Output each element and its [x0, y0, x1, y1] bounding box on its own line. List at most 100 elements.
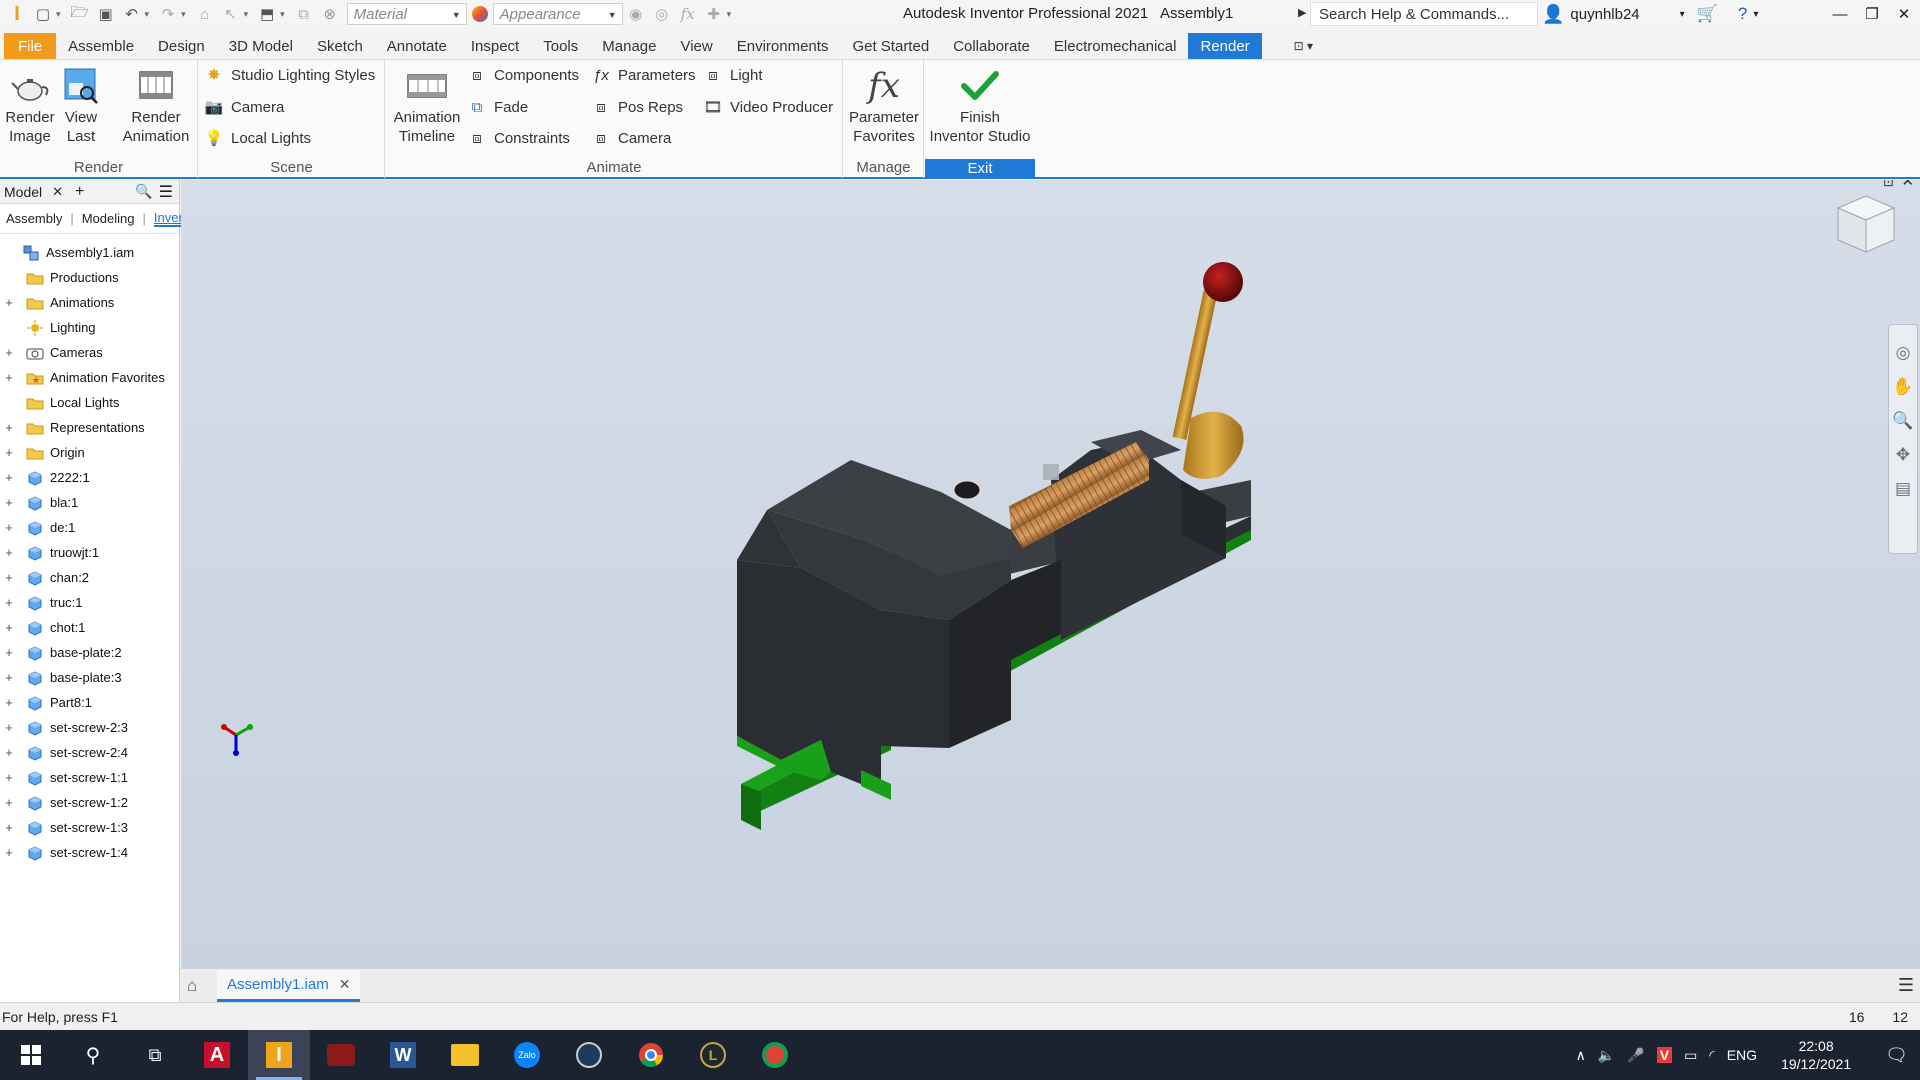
animate-components-button[interactable]: ⧈ Components	[468, 66, 579, 84]
view-cube[interactable]	[1822, 186, 1902, 266]
document-tab-assembly1[interactable]: Assembly1.iam ✕	[217, 969, 361, 1002]
animate-light-button[interactable]: ⧈ Light	[704, 66, 762, 84]
animate-fade-button[interactable]: ⧉ Fade	[468, 98, 529, 116]
expand-plus-icon[interactable]: +	[2, 570, 16, 585]
expand-plus-icon[interactable]: +	[2, 370, 16, 385]
close-view-icon[interactable]: ✕	[1901, 180, 1914, 190]
expand-plus-icon[interactable]: +	[2, 820, 16, 835]
animate-camera-button[interactable]: ⧈ Camera	[592, 129, 671, 147]
expand-plus-icon[interactable]: +	[2, 470, 16, 485]
redo-dropdown-icon[interactable]: ▾	[181, 9, 186, 20]
user-account[interactable]: 👤 quynhlb24 ▾ 🛒 ? ▾	[1542, 2, 1758, 26]
new-file-icon[interactable]: ▢	[32, 3, 54, 25]
tree-item[interactable]: + set-screw-2:4	[0, 740, 179, 765]
close-icon[interactable]: ✕	[52, 184, 63, 200]
tray-overflow-icon[interactable]: ∧	[1576, 1047, 1586, 1064]
animate-pos-reps-button[interactable]: ⧈ Pos Reps	[592, 98, 683, 116]
tree-item[interactable]: + Animations	[0, 290, 179, 315]
volume-icon[interactable]: 🔈	[1598, 1047, 1615, 1064]
tab-render[interactable]: Render	[1188, 33, 1262, 59]
notification-icon[interactable]: 🗨	[1885, 1045, 1908, 1066]
inventor-taskbar-icon[interactable]: I	[248, 1030, 310, 1080]
red-knob[interactable]	[1203, 262, 1243, 302]
graphics-viewport[interactable]: ⊡ ✕ ◎ ✋ 🔍 ✥ ▤	[181, 180, 1920, 968]
render-animation-button[interactable]: Render Animation	[116, 66, 196, 146]
brass-collar[interactable]	[1183, 411, 1244, 479]
tab-get-started[interactable]: Get Started	[840, 33, 941, 59]
expand-plus-icon[interactable]: +	[2, 795, 16, 810]
appearance-select[interactable]: Appearance ▼	[492, 3, 623, 25]
render-image-button[interactable]: Render Image	[4, 66, 56, 146]
clear-override-icon[interactable]: ◎	[651, 3, 673, 25]
task-view-icon[interactable]: ⧉	[124, 1030, 186, 1080]
input-language[interactable]: ENG	[1727, 1047, 1757, 1063]
tree-item[interactable]: + truc:1	[0, 590, 179, 615]
select-dropdown-icon[interactable]: ▾	[244, 9, 249, 20]
tree-item[interactable]: Assembly1.iam	[0, 240, 179, 265]
tree-item[interactable]: Lighting	[0, 315, 179, 340]
update-icon[interactable]: ⬒	[256, 3, 278, 25]
tree-item[interactable]: + set-screw-2:3	[0, 715, 179, 740]
tab-file[interactable]: File	[4, 33, 57, 59]
finish-studio-button[interactable]: Finish Inventor Studio	[925, 66, 1035, 146]
tree-item[interactable]: + Cameras	[0, 340, 179, 365]
redo-icon[interactable]: ↷	[157, 3, 179, 25]
tab-annotate[interactable]: Annotate	[375, 33, 459, 59]
animate-parameters-button[interactable]: ƒx Parameters	[592, 66, 695, 84]
battery-icon[interactable]: ▭	[1684, 1047, 1697, 1064]
expand-plus-icon[interactable]: +	[2, 620, 16, 635]
tab-inspect[interactable]: Inspect	[459, 33, 531, 59]
menu-icon[interactable]: ☰	[159, 182, 173, 202]
expand-plus-icon[interactable]: +	[2, 645, 16, 660]
tab-collaborate[interactable]: Collaborate	[941, 33, 1042, 59]
word-icon[interactable]: W	[372, 1030, 434, 1080]
tab-tools[interactable]: Tools	[531, 33, 590, 59]
tree-item[interactable]: + Origin	[0, 440, 179, 465]
plus-icon[interactable]: ✚	[703, 3, 725, 25]
local-lights-button[interactable]: 💡 Local Lights	[205, 129, 311, 148]
chevron-down-icon[interactable]: ▾	[1753, 9, 1758, 20]
help-icon[interactable]: ?	[1738, 4, 1747, 24]
tab-environments[interactable]: Environments	[725, 33, 841, 59]
tree-item[interactable]: + ★ Animation Favorites	[0, 365, 179, 390]
chrome-profile-icon[interactable]	[744, 1030, 806, 1080]
tab-view[interactable]: View	[668, 33, 724, 59]
tree-item[interactable]: + chot:1	[0, 615, 179, 640]
close-icon[interactable]: ✕	[339, 976, 351, 993]
tree-item[interactable]: + truowjt:1	[0, 540, 179, 565]
tree-item[interactable]: + base-plate:3	[0, 665, 179, 690]
expand-plus-icon[interactable]: +	[2, 445, 16, 460]
tab-electromechanical[interactable]: Electromechanical	[1042, 33, 1189, 59]
scene-camera-button[interactable]: 📷 Camera	[205, 98, 285, 117]
tree-item[interactable]: Local Lights	[0, 390, 179, 415]
close-icon[interactable]: ✕	[1888, 0, 1920, 28]
expand-plus-icon[interactable]: +	[2, 670, 16, 685]
expand-plus-icon[interactable]: +	[2, 495, 16, 510]
tree-item[interactable]: Productions	[0, 265, 179, 290]
search-icon[interactable]: ⚲	[62, 1030, 124, 1080]
cart-icon[interactable]: 🛒	[1697, 4, 1718, 24]
search-icon[interactable]: 🔍	[135, 183, 152, 200]
expand-plus-icon[interactable]: +	[2, 595, 16, 610]
base-front-left-green[interactable]	[741, 784, 761, 830]
ribbon-display-toggle[interactable]: ⊡ ▾	[1282, 33, 1325, 59]
minimize-icon[interactable]: —	[1824, 0, 1856, 28]
look-at-icon[interactable]: ▤	[1895, 479, 1911, 499]
animate-constraints-button[interactable]: ⧈ Constraints	[468, 129, 570, 147]
expand-plus-icon[interactable]: +	[2, 845, 16, 860]
expand-plus-icon[interactable]: +	[2, 745, 16, 760]
zoom-icon[interactable]: 🔍	[1892, 411, 1913, 431]
pan-hand-icon[interactable]: ✋	[1892, 377, 1913, 397]
update-dropdown-icon[interactable]: ▾	[280, 9, 285, 20]
expand-plus-icon[interactable]: +	[2, 720, 16, 735]
steam-icon[interactable]	[558, 1030, 620, 1080]
maximize-view-icon[interactable]: ⊡	[1883, 180, 1894, 190]
video-producer-button[interactable]: 🎞 Video Producer	[703, 98, 833, 117]
steering-wheel-icon[interactable]: ◎	[1896, 343, 1911, 363]
view-last-button[interactable]: View Last	[58, 66, 104, 146]
vise-model-render[interactable]	[181, 180, 1920, 968]
tab-manage[interactable]: Manage	[590, 33, 668, 59]
tab-3d-model[interactable]: 3D Model	[217, 33, 305, 59]
browser-title[interactable]: Model	[4, 184, 42, 200]
expand-plus-icon[interactable]: +	[2, 695, 16, 710]
